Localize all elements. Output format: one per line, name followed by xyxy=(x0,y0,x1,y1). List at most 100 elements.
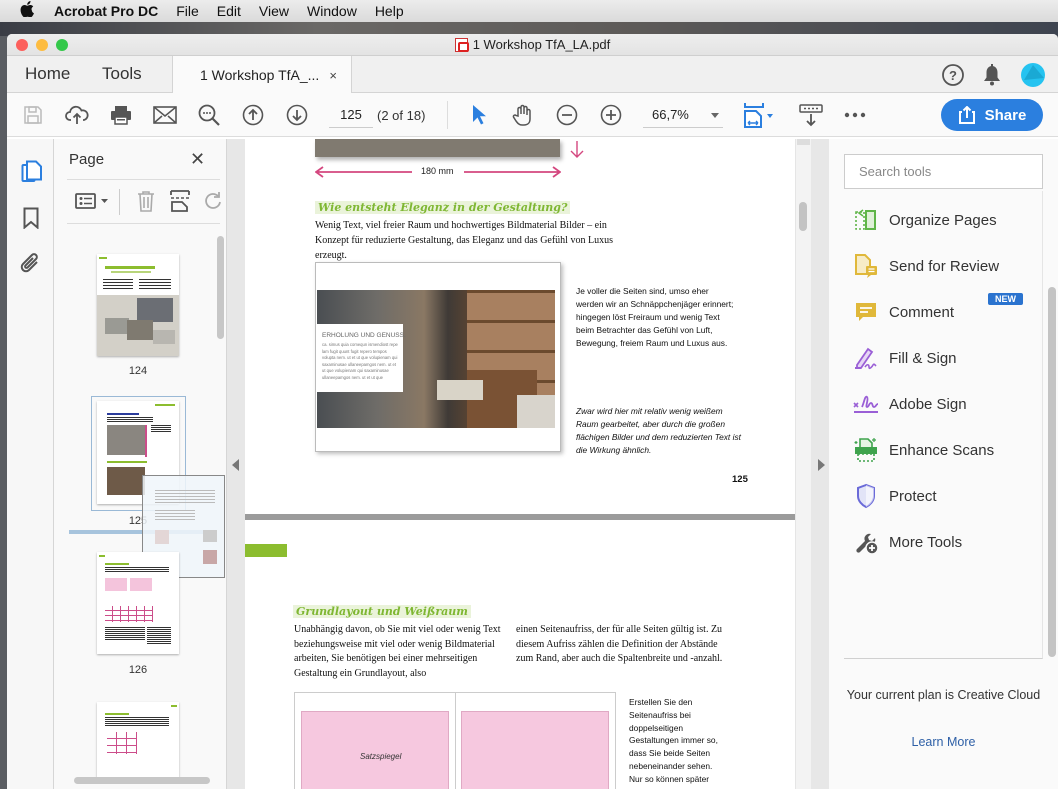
tab-document[interactable]: 1 Workshop TfA_... × xyxy=(172,56,352,94)
panel-divider xyxy=(67,223,220,224)
user-avatar[interactable] xyxy=(1020,62,1046,93)
page-thumbnails-panel: Page ✕ 124 125 126 xyxy=(54,139,227,789)
overlay-text: ca. simus quia comequn ismendiost repe l… xyxy=(322,342,398,380)
thumbnail-page-126[interactable] xyxy=(97,552,179,654)
page-up-icon[interactable] xyxy=(241,103,265,127)
tab-home[interactable]: Home xyxy=(25,64,70,84)
thumbnail-list: 124 125 126 xyxy=(54,232,227,780)
thumbnail-page-124[interactable] xyxy=(97,254,179,356)
current-plan-text: Your current plan is Creative Cloud xyxy=(846,688,1041,702)
side-paragraph: Je voller die Seiten sind, umso eher wer… xyxy=(576,286,734,348)
tools-scrollbar[interactable] xyxy=(1048,287,1056,657)
right-panel-splitter[interactable] xyxy=(811,139,829,789)
page-number-input[interactable]: 125 xyxy=(329,102,373,128)
share-icon xyxy=(958,106,975,124)
menu-edit[interactable]: Edit xyxy=(217,3,241,19)
close-panel-icon[interactable]: ✕ xyxy=(190,149,205,170)
thumbnail-options-icon[interactable] xyxy=(75,192,111,215)
delete-page-icon[interactable] xyxy=(137,190,155,217)
fit-page-icon[interactable] xyxy=(743,103,777,128)
window-titlebar: 1 Workshop TfA_LA.pdf xyxy=(7,34,1058,56)
menu-file[interactable]: File xyxy=(176,3,199,19)
share-label: Share xyxy=(984,106,1027,124)
page-down-icon[interactable] xyxy=(285,103,309,127)
window-title: 1 Workshop TfA_LA.pdf xyxy=(472,37,611,52)
panel-toolbar-divider xyxy=(119,189,120,215)
upload-cloud-icon[interactable] xyxy=(65,103,89,127)
close-tab-icon[interactable]: × xyxy=(329,68,337,83)
macos-menubar: Acrobat Pro DC File Edit View Window Hel… xyxy=(0,0,1058,22)
menu-help[interactable]: Help xyxy=(375,3,404,19)
apple-menu-icon[interactable] xyxy=(20,1,36,21)
attachment-icon[interactable] xyxy=(20,252,42,281)
tool-more-tools[interactable]: More Tools xyxy=(853,527,962,557)
tool-label: Organize Pages xyxy=(889,211,997,229)
zoom-level-value: 66,7% xyxy=(652,107,689,122)
zoom-in-icon[interactable] xyxy=(599,103,623,127)
thumbnail-scrollbar[interactable] xyxy=(217,236,224,339)
bookmark-icon[interactable] xyxy=(23,207,39,234)
pdf-page-125: 180 mm Wie entsteht Eleganz in der Gesta… xyxy=(245,139,795,514)
save-icon[interactable] xyxy=(21,103,45,127)
thumbnail-horizontal-scrollbar[interactable] xyxy=(74,777,210,784)
image-frame: ERHOLUNG UND GENUSS. ca. simus quia come… xyxy=(315,262,561,452)
tool-label: Comment xyxy=(889,303,955,321)
notifications-bell-icon[interactable] xyxy=(981,63,1003,92)
zoom-out-icon[interactable] xyxy=(555,103,579,127)
section-heading: Grundlayout und Weißraum xyxy=(293,605,471,618)
email-icon[interactable] xyxy=(153,103,177,127)
satzspiegel-left xyxy=(301,711,449,789)
document-view[interactable]: 180 mm Wie entsteht Eleganz in der Gesta… xyxy=(245,139,795,789)
insert-page-icon[interactable] xyxy=(170,190,190,217)
share-button[interactable]: Share xyxy=(941,99,1043,131)
acrobat-window: 1 Workshop TfA_LA.pdf Home Tools 1 Works… xyxy=(7,34,1058,789)
document-scrollbar-thumb[interactable] xyxy=(799,202,807,231)
collapse-right-icon[interactable] xyxy=(817,459,825,471)
hand-tool-icon[interactable] xyxy=(511,103,535,127)
page-thumbnails-icon[interactable] xyxy=(21,160,43,189)
tool-protect[interactable]: Protect xyxy=(853,481,937,511)
learn-more-link[interactable]: Learn More xyxy=(829,735,1058,749)
side-paragraph: Erstellen Sie den Seitenaufriss bei dopp… xyxy=(629,697,718,789)
search-tools-input[interactable]: Search tools xyxy=(844,154,1043,189)
select-cursor-icon[interactable] xyxy=(467,103,491,127)
tool-label: More Tools xyxy=(889,533,963,551)
thumbnail-label: 126 xyxy=(128,664,148,676)
thumbnail-page-127[interactable] xyxy=(97,702,179,780)
svg-text:?: ? xyxy=(949,68,957,83)
enhance-scans-icon xyxy=(853,437,879,463)
menu-window[interactable]: Window xyxy=(307,3,357,19)
scroll-mode-icon[interactable] xyxy=(799,103,823,127)
tool-label: Protect xyxy=(889,487,937,505)
adobe-sign-icon xyxy=(853,391,879,417)
more-icon[interactable] xyxy=(843,103,867,127)
collapse-left-icon[interactable] xyxy=(232,459,240,471)
help-icon[interactable]: ? xyxy=(941,63,965,92)
tab-bar: Home Tools 1 Workshop TfA_... × ? xyxy=(7,56,1058,94)
close-window-button[interactable] xyxy=(16,39,28,51)
tool-adobe-sign[interactable]: Adobe Sign xyxy=(853,389,967,419)
send-for-review-icon xyxy=(853,253,879,279)
tool-enhance-scans[interactable]: Enhance Scans xyxy=(853,435,994,465)
zoom-window-button[interactable] xyxy=(56,39,68,51)
intro-paragraph: Wenig Text, viel freier Raum und hochwer… xyxy=(315,220,613,261)
rotate-page-icon[interactable] xyxy=(204,191,222,216)
protect-shield-icon xyxy=(853,483,879,509)
tool-label: Send for Review xyxy=(889,257,1000,275)
left-panel-splitter[interactable] xyxy=(227,139,245,789)
toolbar-divider xyxy=(447,101,448,129)
find-text-icon[interactable] xyxy=(197,103,221,127)
print-icon[interactable] xyxy=(109,103,133,127)
menu-view[interactable]: View xyxy=(259,3,289,19)
main-toolbar: 125 (2 of 18) 66,7% Share xyxy=(7,93,1058,137)
tool-organize-pages[interactable]: Organize Pages xyxy=(853,205,997,235)
minimize-window-button[interactable] xyxy=(36,39,48,51)
tab-tools[interactable]: Tools xyxy=(102,64,142,84)
tool-fill-sign[interactable]: Fill & Sign xyxy=(853,343,957,373)
zoom-level-dropdown[interactable]: 66,7% xyxy=(643,102,723,128)
tool-comment[interactable]: Comment xyxy=(853,297,954,327)
navigation-rail xyxy=(7,139,54,789)
document-scrollbar[interactable] xyxy=(795,139,811,789)
tool-send-for-review[interactable]: Send for Review xyxy=(853,251,999,281)
menu-app-name[interactable]: Acrobat Pro DC xyxy=(54,3,158,19)
